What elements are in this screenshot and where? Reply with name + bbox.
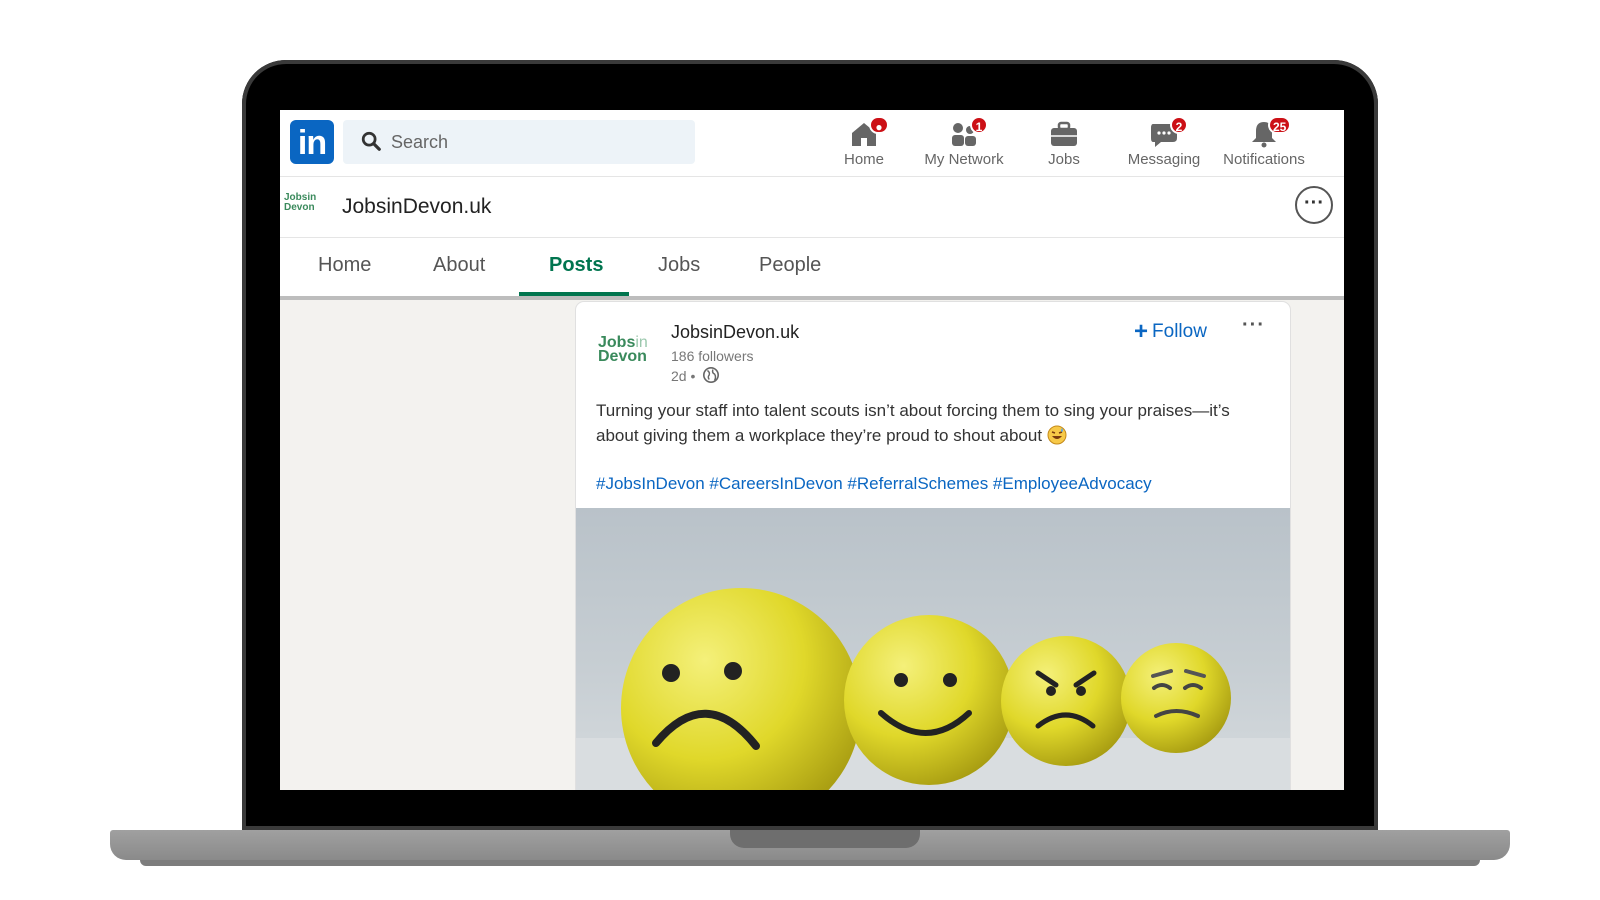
company-small-logo: JobsinDevon <box>284 193 324 217</box>
search-input[interactable] <box>343 120 695 164</box>
company-tabs: Home About Posts Jobs People <box>280 238 1344 300</box>
hashtag-link[interactable]: #ReferralSchemes <box>847 474 988 493</box>
post-more-button[interactable]: ··· <box>1242 314 1265 337</box>
post-hashtags: #JobsInDevon #CareersInDevon #ReferralSc… <box>596 474 1152 494</box>
post-time: 2d • <box>671 368 696 384</box>
hashtag-link[interactable]: #EmployeeAdvocacy <box>993 474 1152 493</box>
company-name: JobsinDevon.uk <box>342 195 492 218</box>
company-header: JobsinDevon JobsinDevon.uk ··· <box>280 177 1344 238</box>
ellipsis-icon: ··· <box>1304 192 1324 214</box>
messaging-badge: 2 <box>1170 116 1188 134</box>
company-small-logo-text: JobsinDevon <box>284 192 317 213</box>
tab-people[interactable]: People <box>759 254 821 277</box>
emoji-faces-image <box>576 588 1290 790</box>
ellipsis-icon: ··· <box>1242 314 1265 336</box>
follow-label: Follow <box>1152 321 1207 342</box>
search-icon <box>361 131 381 151</box>
home-badge-dot: ● <box>869 116 889 134</box>
nav-home[interactable]: ● Home <box>814 114 914 172</box>
laptop-base-shadow <box>140 860 1480 866</box>
my-network-badge: 1 <box>970 116 988 134</box>
nav-home-label: Home <box>843 151 884 168</box>
linkedin-logo[interactable]: in <box>290 120 334 164</box>
tab-posts[interactable]: Posts <box>549 254 603 277</box>
notifications-badge: 25 <box>1268 116 1292 134</box>
nav-jobs[interactable]: Jobs <box>1014 114 1114 172</box>
nav-messaging-label: Messaging <box>1127 151 1201 168</box>
post-image[interactable] <box>576 508 1290 790</box>
grinning-sweat-emoji-icon <box>1047 425 1067 445</box>
nav-jobs-label: Jobs <box>1048 151 1080 168</box>
nav-notifications-label: Notifications <box>1223 151 1305 168</box>
browser-screen: in ● Home 1 My Network <box>280 110 1344 790</box>
post-author-logo[interactable]: Jobsin Devon <box>598 335 660 366</box>
hashtag-link[interactable]: #JobsInDevon <box>596 474 705 493</box>
active-tab-indicator <box>519 292 629 296</box>
hashtag-link[interactable]: #CareersInDevon <box>709 474 842 493</box>
post-author-name[interactable]: JobsinDevon.uk <box>671 322 799 343</box>
plus-icon: + <box>1134 318 1149 345</box>
post-body: Turning your staff into talent scouts is… <box>596 398 1276 448</box>
post-card: Jobsin Devon JobsinDevon.uk 186 follower… <box>576 302 1290 790</box>
globe-icon <box>702 366 720 384</box>
tab-home[interactable]: Home <box>318 254 371 277</box>
laptop-notch <box>730 830 920 848</box>
nav-my-network-label: My Network <box>924 151 1004 168</box>
post-logo-line2: Devon <box>598 348 647 365</box>
nav-notifications[interactable]: 25 Notifications <box>1214 114 1314 172</box>
nav-my-network[interactable]: 1 My Network <box>914 114 1014 172</box>
jobs-icon <box>1051 121 1077 146</box>
top-nav: in ● Home 1 My Network <box>280 110 1344 177</box>
company-more-button[interactable]: ··· <box>1295 186 1333 224</box>
nav-messaging[interactable]: 2 Messaging <box>1114 114 1214 172</box>
post-text: Turning your staff into talent scouts is… <box>596 401 1230 445</box>
follow-button[interactable]: + Follow <box>1134 318 1207 346</box>
tab-jobs[interactable]: Jobs <box>658 254 700 277</box>
tab-about[interactable]: About <box>433 254 485 277</box>
post-followers: 186 followers <box>671 348 754 364</box>
